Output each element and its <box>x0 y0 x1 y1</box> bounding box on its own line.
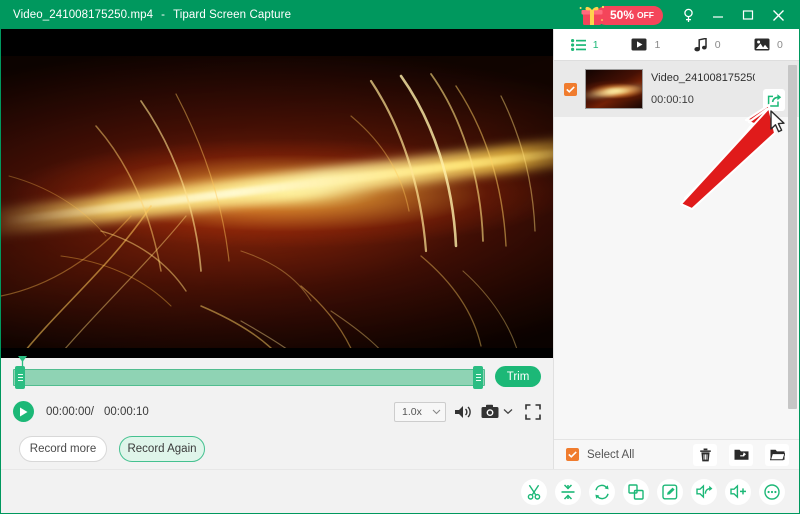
tab-audio-count: 0 <box>714 38 721 51</box>
title-bar: Video_241008175250.mp4 - Tipard Screen C… <box>1 1 799 29</box>
panel-scrollbar[interactable] <box>788 61 797 439</box>
list-icon <box>570 38 586 51</box>
tab-audio[interactable]: 0 <box>677 29 738 60</box>
playhead-marker[interactable] <box>18 355 27 369</box>
trash-icon[interactable] <box>693 443 717 466</box>
thumbnail-beam <box>586 83 642 101</box>
light-streaks <box>1 73 536 349</box>
record-buttons-row: Record more Record Again <box>1 428 553 469</box>
convert-rotate-icon[interactable] <box>589 478 615 505</box>
promo-banner[interactable]: 50% OFF <box>579 4 663 26</box>
file-duration: 00:00:10 <box>651 94 694 106</box>
record-more-button[interactable]: Record more <box>19 435 107 462</box>
trim-handle-left[interactable] <box>15 365 25 389</box>
play-icon[interactable] <box>13 401 34 423</box>
video-frame-image <box>1 56 553 349</box>
maximize-icon[interactable] <box>733 1 763 29</box>
edit-pencil-icon[interactable] <box>657 478 683 505</box>
tab-images-count: 0 <box>776 38 783 51</box>
tab-all-files-count: 1 <box>592 38 599 51</box>
file-name: Video_241008175250.mp4 <box>651 72 755 84</box>
audio-convert-icon[interactable] <box>691 478 717 505</box>
scrollbar-thumb[interactable] <box>788 65 797 409</box>
select-all-row: Select All <box>554 439 799 469</box>
volume-icon[interactable] <box>454 404 473 420</box>
file-list: Video_241008175250.mp4 00:00:10 <box>554 61 799 439</box>
list-item[interactable]: Video_241008175250.mp4 00:00:10 <box>554 61 799 117</box>
volume-boost-icon[interactable] <box>725 478 751 505</box>
more-options-icon[interactable] <box>759 478 785 505</box>
letterbox-bottom <box>1 348 553 359</box>
bottom-toolbar-actions <box>481 478 799 505</box>
speed-selector[interactable]: 1.0x <box>394 401 446 422</box>
trim-handle-right[interactable] <box>473 365 483 389</box>
file-checkbox[interactable] <box>564 82 577 96</box>
minimize-icon[interactable] <box>703 1 733 29</box>
trim-button[interactable]: Trim <box>495 366 541 388</box>
open-folder-icon[interactable] <box>765 443 789 466</box>
current-time: 00:00:00/ <box>46 405 94 418</box>
fullscreen-icon[interactable] <box>525 403 541 420</box>
gift-icon <box>579 4 605 26</box>
timeline-track-wrap[interactable] <box>13 355 485 389</box>
total-time: 00:00:10 <box>103 405 149 418</box>
scissors-trim-icon[interactable] <box>521 478 547 505</box>
camera-icon[interactable] <box>481 404 499 419</box>
bottom-toolbar <box>1 469 799 513</box>
camera-dropdown-chevron-down-icon[interactable] <box>503 408 513 415</box>
player-pane: Trim 00:00:00/ 00:00:10 1.0x Record more… <box>1 29 553 469</box>
discount-percent: 50% <box>609 8 634 22</box>
split-merge-icon[interactable] <box>555 478 581 505</box>
tab-videos[interactable]: 1 <box>615 29 676 60</box>
letterbox-top <box>1 29 553 56</box>
speed-value: 1.0x <box>402 405 422 418</box>
music-icon <box>694 37 707 51</box>
panel-tabs: 1 1 0 0 <box>554 29 799 61</box>
file-info: Video_241008175250.mp4 00:00:10 <box>651 72 755 106</box>
tab-images[interactable]: 0 <box>738 29 799 60</box>
window-title-app: Tipard Screen Capture <box>173 9 292 21</box>
select-all-label: Select All <box>587 448 635 461</box>
discount-badge[interactable]: 50% OFF <box>595 5 663 25</box>
tab-videos-count: 1 <box>654 38 661 51</box>
discount-off-label: OFF <box>637 10 654 21</box>
timeline-track[interactable] <box>13 368 485 386</box>
app-window: Video_241008175250.mp4 - Tipard Screen C… <box>0 0 800 514</box>
playback-controls: 00:00:00/ 00:00:10 1.0x <box>1 395 553 428</box>
select-all-checkbox[interactable] <box>566 448 579 461</box>
window-title-file: Video_241008175250.mp4 <box>13 9 154 21</box>
duplicate-compress-icon[interactable] <box>623 478 649 505</box>
video-preview[interactable] <box>1 29 553 359</box>
video-icon <box>631 38 647 51</box>
help-icon[interactable] <box>673 1 703 29</box>
close-icon[interactable] <box>763 1 793 29</box>
tab-all-files[interactable]: 1 <box>554 29 615 60</box>
export-share-icon[interactable] <box>763 89 785 111</box>
image-icon <box>754 38 770 51</box>
files-panel: 1 1 0 0 Video_24100817525 00:00:10 Selec… <box>553 29 799 469</box>
trim-row: Trim <box>1 355 553 395</box>
main-body: Trim 00:00:00/ 00:00:10 1.0x Record more… <box>1 29 799 469</box>
file-thumbnail <box>585 69 643 109</box>
move-to-folder-icon[interactable] <box>729 443 753 466</box>
record-again-button[interactable]: Record Again <box>119 435 205 462</box>
window-title-separator: - <box>161 9 166 21</box>
chevron-down-icon <box>432 409 441 415</box>
